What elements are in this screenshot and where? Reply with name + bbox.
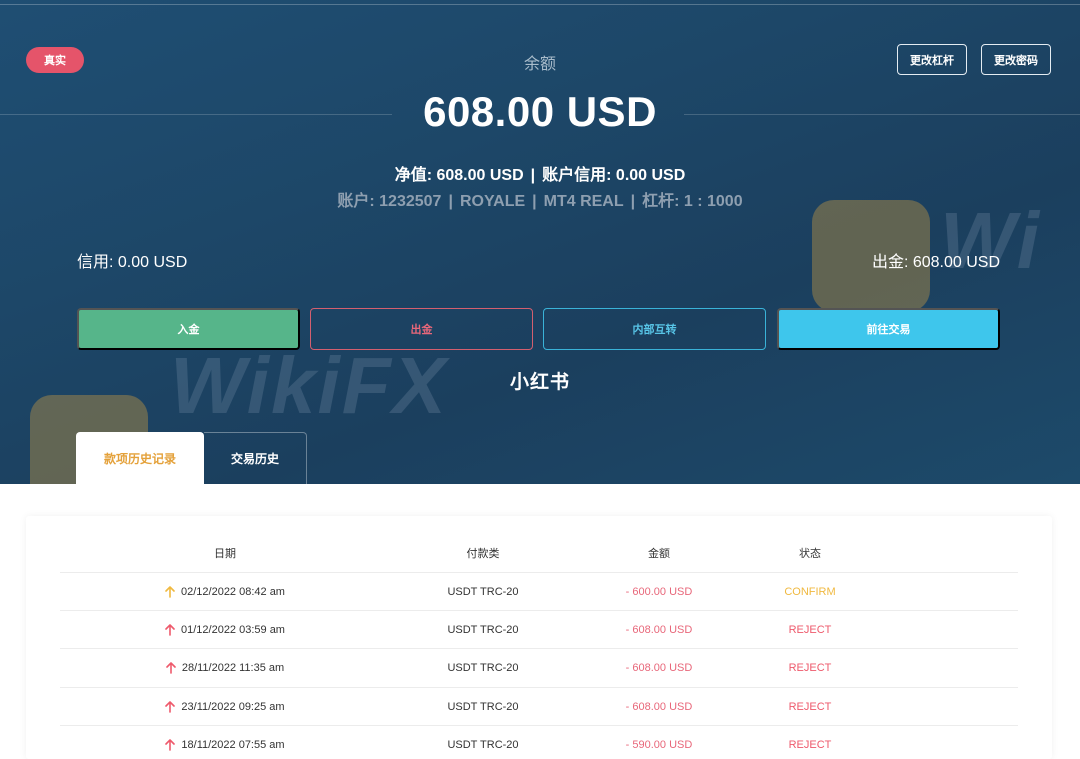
tab-funds-history[interactable]: 款项历史记录 — [76, 432, 204, 484]
internal-transfer-button[interactable]: 内部互转 — [543, 308, 766, 350]
wikifx-watermark-text: WikiFX — [170, 341, 448, 430]
separator: | — [448, 193, 453, 210]
row-amount: - 600.00 USD — [625, 586, 693, 598]
row-status: REJECT — [788, 701, 832, 713]
arrow-up-icon — [165, 624, 175, 636]
server-name: ROYALE — [459, 193, 526, 210]
deposit-button[interactable]: 入金 — [77, 308, 300, 350]
row-status: REJECT — [788, 624, 832, 636]
row-payment-method: USDT TRC-20 — [447, 701, 519, 713]
xiaohongshu-watermark: 小红书 — [509, 372, 570, 393]
table-row: 02/12/2022 08:42 am USDT TRC-20 - 600.00… — [60, 572, 1018, 610]
row-amount: - 608.00 USD — [625, 701, 693, 713]
table-row: 23/11/2022 09:25 am USDT TRC-20 - 608.00… — [60, 687, 1018, 725]
account-type-badge: 真实 — [26, 47, 84, 73]
divider — [0, 4, 1080, 5]
arrow-up-icon — [165, 586, 175, 598]
row-payment-method: USDT TRC-20 — [447, 624, 519, 636]
row-payment-method: USDT TRC-20 — [447, 739, 519, 751]
date-cell: 02/12/2022 08:42 am — [120, 573, 330, 611]
credit-value: 信用: 0.00 USD — [77, 254, 188, 271]
row-date: 23/11/2022 09:25 am — [181, 701, 285, 713]
row-date: 18/11/2022 07:55 am — [181, 739, 285, 751]
equity-credit-line: 净值: 608.00 USD | 账户信用: 0.00 USD — [240, 161, 840, 185]
row-amount: - 590.00 USD — [625, 739, 693, 751]
change-leverage-button[interactable]: 更改杠杆 — [897, 44, 967, 75]
account-info-line: 账户: 1232507 | ROYALE | MT4 REAL | 杠杆: 1 : 1000 — [240, 187, 840, 211]
divider — [0, 114, 392, 115]
row-date: 02/12/2022 08:42 am — [181, 586, 285, 598]
column-header-date: 日期 — [214, 548, 236, 560]
table-row: 28/11/2022 11:35 am USDT TRC-20 - 608.00… — [60, 648, 1018, 686]
separator: | — [532, 193, 537, 210]
date-cell: 18/11/2022 07:55 am — [120, 726, 330, 759]
date-cell: 01/12/2022 03:59 am — [120, 611, 330, 649]
account-credit-value: 账户信用: 0.00 USD — [542, 167, 686, 184]
leverage-value: 杠杆: 1 : 1000 — [642, 193, 743, 210]
balance-label: 余额 — [523, 56, 556, 73]
go-trade-button[interactable]: 前往交易 — [777, 308, 1000, 350]
column-header-amount: 金额 — [648, 548, 670, 560]
withdrawable-value: 出金: 608.00 USD — [871, 254, 1000, 271]
account-number: 账户: 1232507 — [337, 193, 442, 210]
row-date: 28/11/2022 11:35 am — [181, 662, 285, 674]
separator: | — [630, 193, 636, 210]
separator: | — [530, 167, 536, 184]
arrow-up-icon — [165, 739, 176, 751]
row-payment-method: USDT TRC-20 — [447, 586, 519, 598]
date-cell: 28/11/2022 11:35 am — [120, 649, 330, 687]
row-date: 01/12/2022 03:59 am — [181, 624, 285, 636]
balance-amount: 608.00 USD — [423, 88, 657, 135]
account-summary-header: Wi WikiFX 真实 余额 更改杠杆 更改密码 608.00 USD 净值:… — [0, 0, 1080, 484]
date-cell: 23/11/2022 09:25 am — [120, 688, 330, 726]
column-header-payment-method: 付款类 — [466, 548, 500, 560]
row-status: REJECT — [788, 739, 832, 751]
table-row: 18/11/2022 07:55 am USDT TRC-20 - 590.00… — [60, 725, 1018, 759]
row-status: CONFIRM — [784, 586, 836, 598]
arrow-up-icon — [166, 662, 176, 674]
platform-name: MT4 REAL — [543, 193, 624, 210]
withdraw-button[interactable]: 出金 — [310, 308, 533, 350]
table-row: 01/12/2022 03:59 am USDT TRC-20 - 608.00… — [60, 610, 1018, 648]
wikifx-watermark-text: Wi — [940, 196, 1042, 285]
arrow-up-icon — [165, 701, 176, 713]
row-amount: - 608.00 USD — [625, 624, 693, 636]
change-password-button[interactable]: 更改密码 — [981, 44, 1051, 75]
column-header-status: 状态 — [799, 548, 821, 560]
row-amount: - 608.00 USD — [625, 662, 693, 674]
table-header: 日期 付款类 金额 状态 — [60, 534, 1018, 572]
row-status: REJECT — [788, 662, 832, 674]
divider — [684, 114, 1080, 115]
row-payment-method: USDT TRC-20 — [447, 662, 519, 674]
tab-trade-history[interactable]: 交易历史 — [204, 432, 307, 484]
equity-value: 净值: 608.00 USD — [394, 167, 524, 184]
